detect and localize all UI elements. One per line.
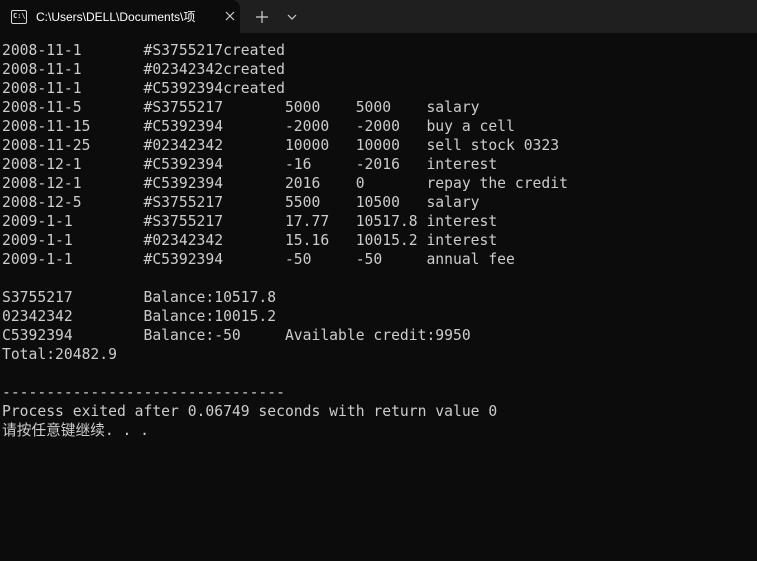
- terminal-line: 2008-12-1 #C5392394 -16 -2016 interest: [2, 156, 498, 173]
- terminal-line: Process exited after 0.06749 seconds wit…: [2, 403, 498, 420]
- terminal-window: C:\ C:\Users\DELL\Documents\项 2008-11-1 …: [0, 0, 757, 561]
- terminal-line: 2009-1-1 #S3755217 17.77 10517.8 interes…: [2, 213, 498, 230]
- terminal-output[interactable]: 2008-11-1 #S3755217created 2008-11-1 #023…: [2, 41, 755, 551]
- tab-title: C:\Users\DELL\Documents\项: [36, 10, 196, 24]
- terminal-line: 2008-12-1 #C5392394 2016 0 repay the cre…: [2, 175, 568, 192]
- plus-icon[interactable]: [252, 8, 272, 26]
- terminal-line: 2008-11-25 #02342342 10000 10000 sell st…: [2, 137, 560, 154]
- terminal-line: 2008-12-5 #S3755217 5500 10500 salary: [2, 194, 480, 211]
- terminal-line: 2008-11-1 #02342342created: [2, 61, 285, 78]
- terminal-line: 02342342 Balance:10015.2: [2, 308, 277, 325]
- terminal-line: 2009-1-1 #C5392394 -50 -50 annual fee: [2, 251, 515, 268]
- terminal-line: 2008-11-1 #C5392394created: [2, 80, 285, 97]
- terminal-line: 请按任意键继续. . .: [2, 422, 150, 439]
- terminal-line: C5392394 Balance:-50 Available credit:99…: [2, 327, 471, 344]
- terminal-icon-glyph: C:\: [13, 11, 26, 20]
- tab-active[interactable]: C:\ C:\Users\DELL\Documents\项: [0, 0, 240, 33]
- terminal-line: 2009-1-1 #02342342 15.16 10015.2 interes…: [2, 232, 498, 249]
- terminal-line: Total:20482.9: [2, 346, 117, 363]
- chevron-down-icon[interactable]: [283, 8, 301, 26]
- terminal-line: --------------------------------: [2, 384, 285, 401]
- terminal-line: 2008-11-5 #S3755217 5000 5000 salary: [2, 99, 480, 116]
- terminal-line: 2008-11-15 #C5392394 -2000 -2000 buy a c…: [2, 118, 515, 135]
- terminal-icon: C:\: [11, 9, 27, 24]
- close-icon[interactable]: [222, 8, 238, 24]
- tab-bar: C:\ C:\Users\DELL\Documents\项: [0, 0, 757, 33]
- terminal-line: S3755217 Balance:10517.8: [2, 289, 277, 306]
- terminal-line: 2008-11-1 #S3755217created: [2, 42, 285, 59]
